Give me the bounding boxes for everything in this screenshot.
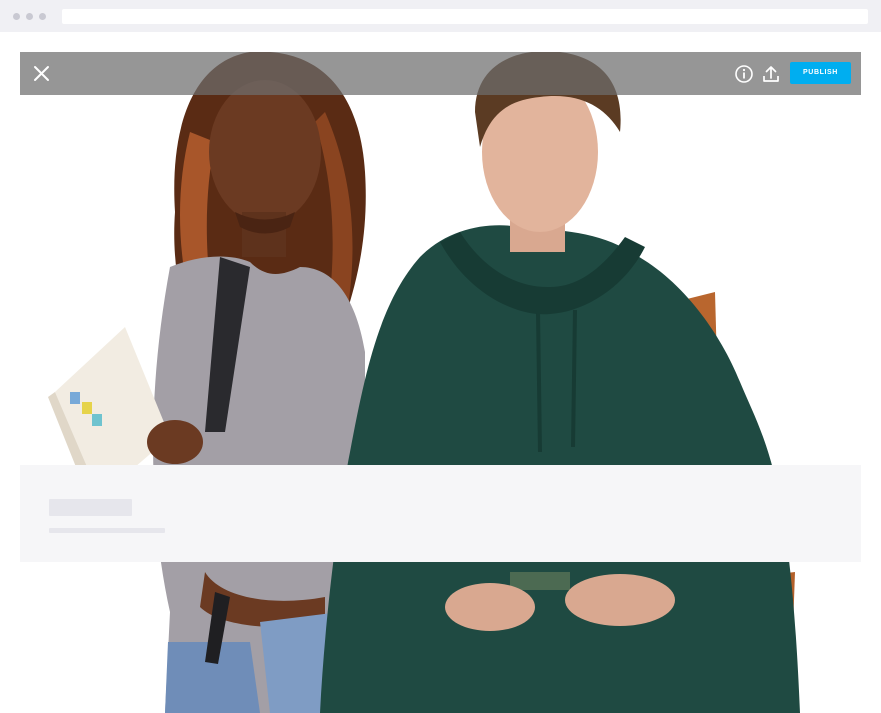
upload-icon — [763, 66, 779, 82]
publish-button[interactable]: PUBLISH — [790, 62, 851, 84]
close-icon — [34, 66, 49, 81]
students-photo — [48, 52, 800, 713]
window-maximize-dot[interactable] — [39, 13, 46, 20]
info-icon — [735, 65, 753, 83]
skeleton-title — [49, 499, 132, 516]
window-close-dot[interactable] — [13, 13, 20, 20]
skeleton-subtitle — [49, 528, 165, 533]
window-minimize-dot[interactable] — [26, 13, 33, 20]
address-bar[interactable] — [62, 9, 868, 24]
content-placeholder-panel — [20, 465, 861, 562]
photo-canvas — [20, 52, 861, 713]
browser-chrome — [0, 0, 881, 32]
close-button[interactable] — [32, 64, 51, 83]
editor-toolbar: PUBLISH — [20, 52, 861, 95]
upload-button[interactable] — [762, 64, 780, 84]
info-button[interactable] — [734, 64, 754, 84]
